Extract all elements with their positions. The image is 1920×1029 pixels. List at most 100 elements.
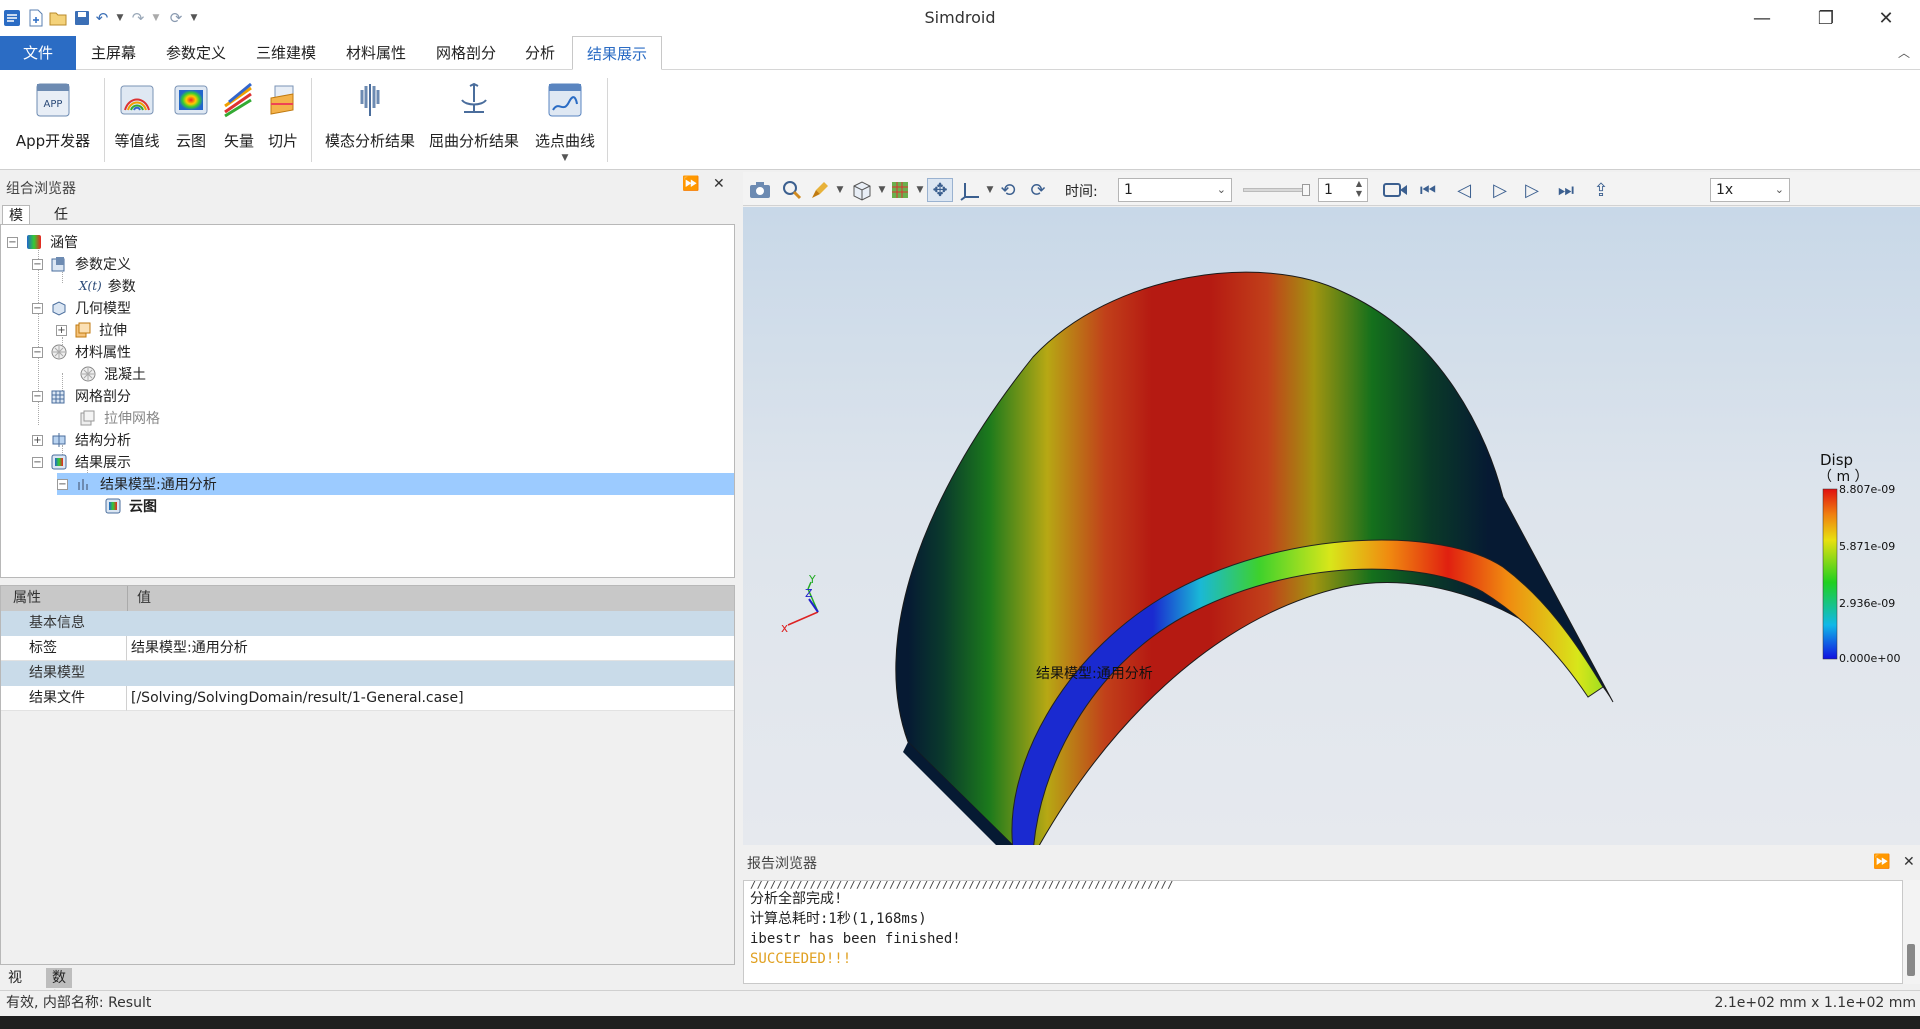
report-pin-icon[interactable]: ⏩ [1873, 854, 1890, 870]
zoom-icon[interactable] [779, 178, 805, 202]
modal-result-button[interactable]: 模态分析结果 [320, 78, 420, 164]
color-legend: Disp （ m ） 8.807e-09 5.871e-09 2.936e-09… [1818, 451, 1900, 665]
time-label: 时间: [1065, 184, 1098, 200]
tab-3d-modeling[interactable]: 三维建模 [242, 36, 330, 70]
report-browser-title: 报告浏览器 [747, 856, 817, 872]
cloud-map-icon [174, 85, 208, 115]
time-slider-handle[interactable] [1302, 184, 1310, 196]
time-slider[interactable] [1243, 184, 1310, 196]
redo-icon[interactable]: ↷ [128, 8, 148, 28]
report-close-icon[interactable]: ✕ [1903, 854, 1915, 870]
tree-node-structural-analysis[interactable]: + 结构分析 [32, 429, 131, 451]
collapse-icon[interactable]: − [32, 258, 43, 270]
undo-icon[interactable]: ↶ [92, 8, 112, 28]
next-frame-icon[interactable]: ▷ [1519, 178, 1545, 202]
property-group-result-model[interactable]: 结果模型 [1, 661, 734, 686]
tree-node-parameters[interactable]: X(t) 参数 [79, 275, 136, 297]
maximize-button[interactable]: ❐ [1796, 0, 1856, 36]
tree-node-material-properties[interactable]: − 材料属性 [32, 341, 131, 363]
undo-dropdown-icon[interactable]: ▼ [110, 8, 130, 28]
contour-line-button[interactable]: 等值线 [112, 78, 162, 164]
cloud-map-button[interactable]: 云图 [166, 78, 216, 164]
new-file-icon[interactable] [26, 8, 46, 28]
status-dimensions: 2.1e+02 mm x 1.1e+02 mm [1714, 995, 1916, 1011]
record-video-icon[interactable] [1383, 178, 1409, 202]
viewer-toolbar: ▼ ▼ ▼ ✥ ▼ ⟲ ⟳ 时间: 1 ⌄ 1 ▲ ▼ ⏮ ◁ ▷ ▷ ⏭ ⇪ 1x ⌄ [743, 172, 1920, 206]
tree-node-extrude[interactable]: + 拉伸 [56, 319, 127, 341]
redo-dropdown-icon[interactable]: ▼ [146, 8, 166, 28]
tab-task[interactable]: 任务 [48, 205, 74, 243]
collapse-icon[interactable]: − [7, 236, 18, 248]
tab-home[interactable]: 主屏幕 [77, 36, 150, 70]
collapse-icon[interactable]: − [32, 346, 43, 358]
last-frame-icon[interactable]: ⏭ [1553, 178, 1579, 202]
playback-speed-select[interactable]: 1x ⌄ [1710, 178, 1790, 202]
culvert-result-model[interactable]: 结果模型:通用分析 x Y Z Disp （ m ） 8.807e-09 5.8… [743, 207, 1920, 845]
export-animation-icon[interactable]: ⇪ [1588, 178, 1614, 202]
tree-node-mesh[interactable]: − 网格剖分 [32, 385, 131, 407]
screenshot-camera-icon[interactable] [747, 178, 773, 202]
save-icon[interactable] [72, 8, 92, 28]
tab-analysis[interactable]: 分析 [511, 36, 569, 70]
refresh-icon[interactable]: ⟳ [166, 8, 186, 28]
expand-icon[interactable]: + [32, 434, 43, 446]
point-curve-dropdown-icon[interactable]: ▼ [562, 153, 569, 163]
panel-close-icon[interactable]: ✕ [713, 176, 725, 192]
collapse-icon[interactable]: − [32, 302, 43, 314]
point-curve-button[interactable]: 选点曲线 ▼ [528, 78, 602, 164]
frame-stepper[interactable]: 1 ▲ ▼ [1318, 178, 1368, 202]
vector-button[interactable]: 矢量 [214, 78, 264, 164]
pan-icon[interactable]: ✥ [927, 178, 953, 202]
tree-node-extrude-mesh[interactable]: 拉伸网格 [80, 407, 160, 429]
report-line: 分析全部完成! [750, 891, 843, 907]
previous-frame-icon[interactable]: ◁ [1451, 178, 1477, 202]
tree-node-cloud-map[interactable]: 云图 [105, 495, 157, 517]
report-scroll-thumb[interactable] [1907, 944, 1915, 976]
report-scrollbar[interactable] [1903, 880, 1920, 984]
tab-file[interactable]: 文件 [0, 36, 76, 70]
tab-material-properties[interactable]: 材料属性 [332, 36, 420, 70]
tree-node-parameter-definition[interactable]: − 参数定义 [32, 253, 131, 275]
property-grid-header: 属性 值 [1, 586, 734, 611]
vector-icon [224, 82, 252, 118]
tree-node-geometry-model[interactable]: − 几何模型 [32, 297, 131, 319]
report-log[interactable]: ////////////////////////////////////////… [743, 880, 1903, 984]
tab-parameter-definition[interactable]: 参数定义 [152, 36, 240, 70]
tree-node-culvert[interactable]: − 涵管 [7, 231, 78, 253]
collapse-ribbon-icon[interactable]: ︿ [1898, 44, 1910, 61]
slice-button[interactable]: 切片 [258, 78, 308, 164]
tab-view[interactable]: 视图 [2, 968, 28, 1006]
panel-pin-icon[interactable]: ⏩ [682, 176, 699, 192]
tab-data[interactable]: 数据 [46, 968, 72, 1006]
rotate-left-icon[interactable]: ⟲ [995, 178, 1021, 202]
expand-icon[interactable]: + [56, 324, 67, 336]
property-row-label[interactable]: 标签 结果模型:通用分析 [1, 636, 734, 661]
quick-access-menu-icon[interactable]: ▼ [184, 8, 204, 28]
tree-node-results-display[interactable]: − 结果展示 [32, 451, 131, 473]
rotate-right-icon[interactable]: ⟳ [1025, 178, 1051, 202]
buckling-result-button[interactable]: 屈曲分析结果 [424, 78, 524, 164]
tree-node-concrete[interactable]: 混凝土 [80, 363, 146, 385]
collapse-icon[interactable]: − [32, 390, 43, 402]
app-developer-button[interactable]: APP App开发器 [10, 78, 96, 164]
tab-results-display[interactable]: 结果展示 [572, 36, 663, 70]
tab-mesh[interactable]: 网格剖分 [422, 36, 510, 70]
property-grid: 属性 值 基本信息 标签 结果模型:通用分析 结果模型 结果文件 [/Solvi… [0, 585, 735, 965]
play-icon[interactable]: ▷ [1487, 178, 1513, 202]
structural-analysis-icon [52, 433, 66, 447]
time-select[interactable]: 1 ⌄ [1118, 178, 1232, 202]
property-row-result-file[interactable]: 结果文件 [/Solving/SolvingDomain/result/1-Ge… [1, 686, 734, 711]
close-window-button[interactable]: ✕ [1856, 0, 1916, 36]
3d-viewport[interactable]: 结果模型:通用分析 x Y Z Disp （ m ） 8.807e-09 5.8… [743, 207, 1920, 845]
collapse-icon[interactable]: − [32, 456, 43, 468]
report-success-line: SUCCEEDED!!! [750, 951, 852, 967]
first-frame-icon[interactable]: ⏮ [1415, 178, 1441, 202]
collapse-icon[interactable]: − [57, 478, 68, 490]
property-group-basic-info[interactable]: 基本信息 [1, 611, 734, 636]
ribbon-separator [607, 78, 608, 162]
minimize-button[interactable]: — [1732, 0, 1792, 36]
tree-node-result-model[interactable]: − 结果模型:通用分析 [57, 473, 734, 495]
tab-model[interactable]: 模型 [2, 205, 30, 244]
open-folder-icon[interactable] [48, 8, 68, 28]
ribbon-separator [104, 78, 105, 162]
